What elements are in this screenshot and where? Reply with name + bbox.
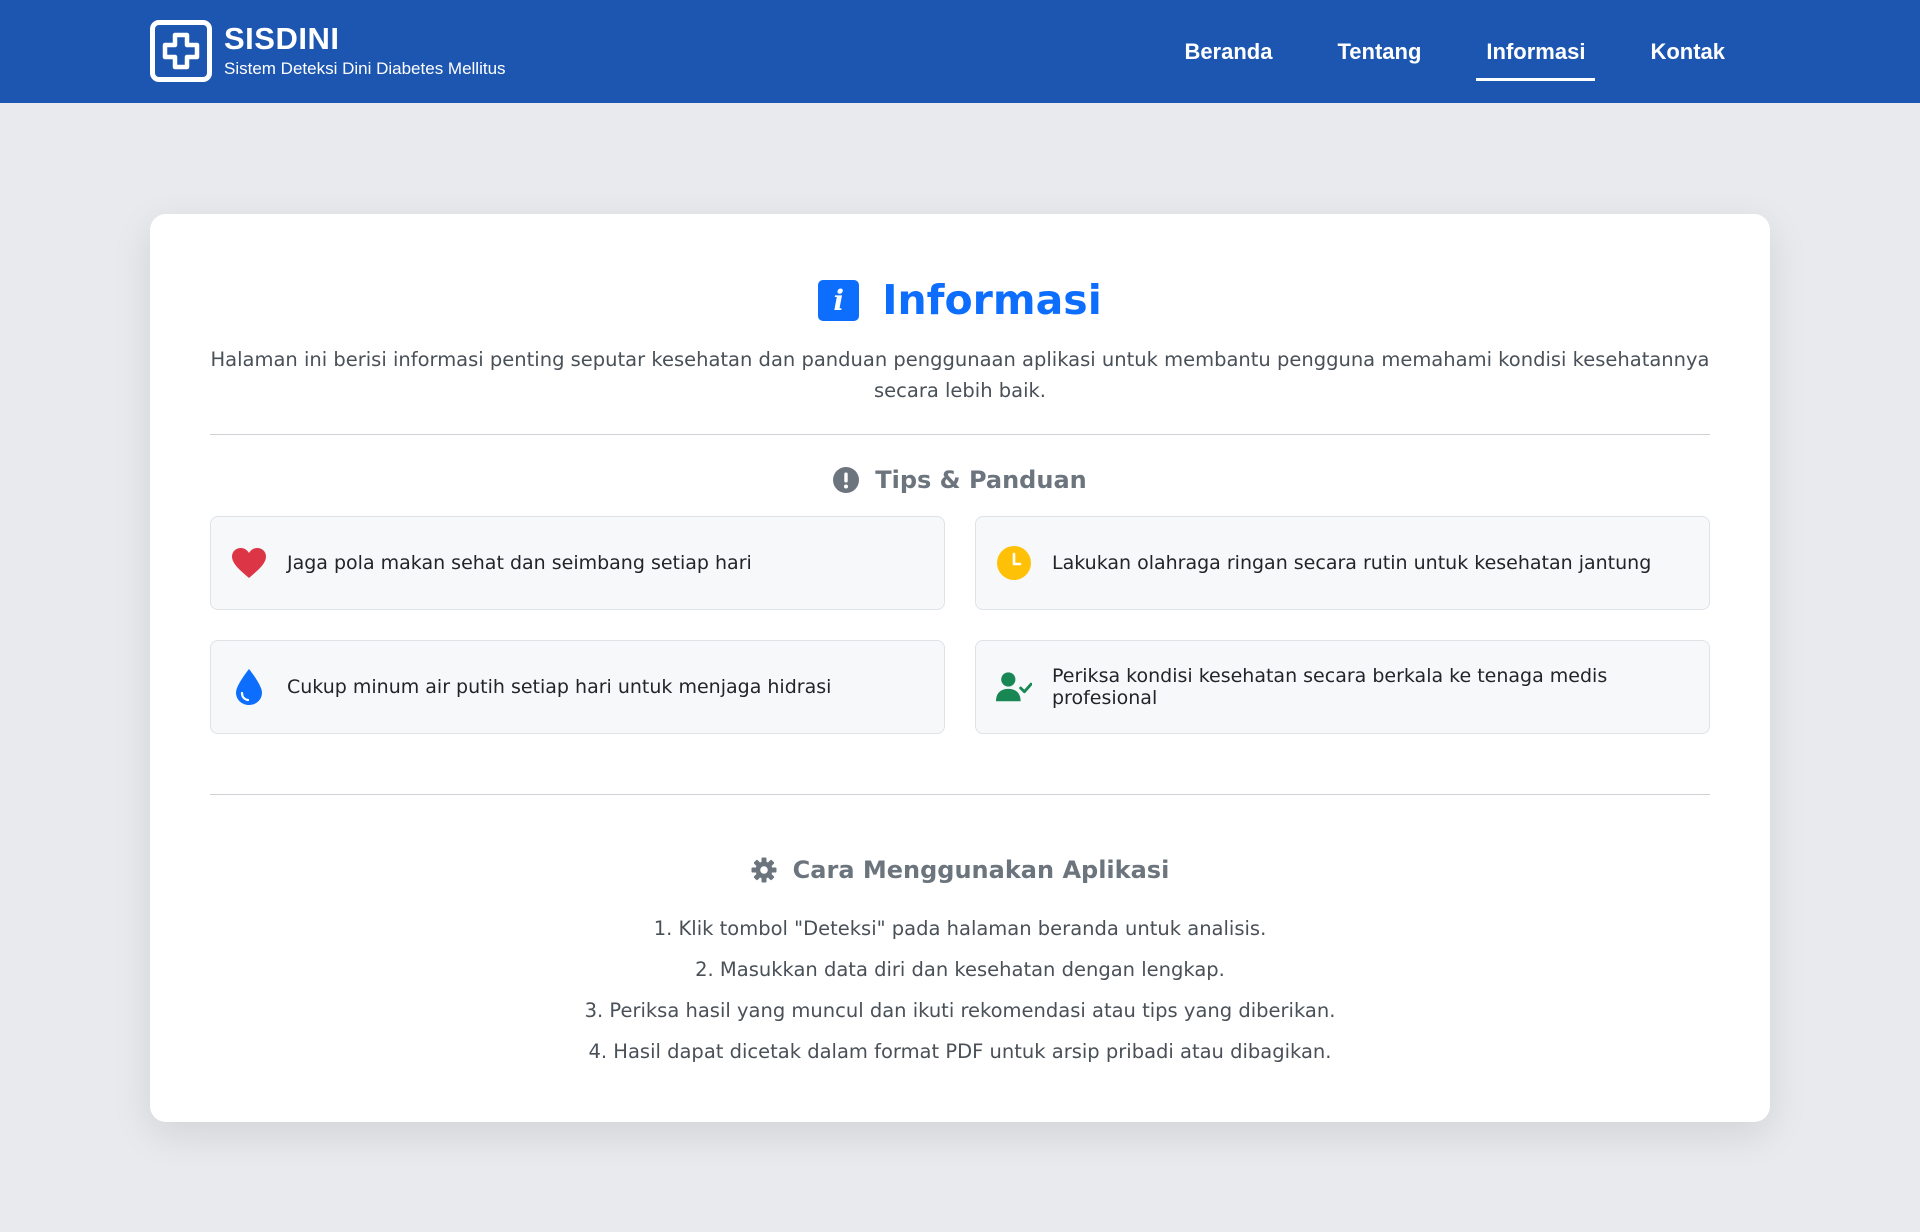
user-check-icon — [996, 669, 1032, 705]
tip-text: Periksa kondisi kesehatan secara berkala… — [1052, 665, 1608, 709]
guide-step: 4. Hasil dapat dicetak dalam format PDF … — [588, 1040, 1332, 1063]
navbar: SISDINI Sistem Deteksi Dini Diabetes Mel… — [0, 0, 1920, 103]
tip-text: Cukup minum air putih setiap hari untuk … — [287, 676, 832, 698]
tip-text: Lakukan olahraga ringan secara rutin unt… — [1052, 552, 1652, 574]
guide-heading: Cara Menggunakan Aplikasi — [150, 856, 1770, 884]
brand-title: SISDINI — [224, 21, 340, 56]
divider — [210, 434, 1710, 435]
page-title-text: Informasi — [882, 276, 1102, 324]
brand-subtitle: Sistem Deteksi Dini Diabetes Mellitus — [224, 59, 506, 78]
nav-link-informasi[interactable]: Informasi — [1476, 39, 1596, 81]
brand-text: SISDINI Sistem Deteksi Dini Diabetes Mel… — [224, 22, 506, 80]
nav-link-tentang[interactable]: Tentang — [1327, 39, 1431, 65]
guide-steps: 1. Klik tombol "Deteksi" pada halaman be… — [150, 908, 1770, 1072]
page-title: i Informasi — [150, 276, 1770, 324]
guide-step: 2. Masukkan data diri dan kesehatan deng… — [695, 958, 1225, 981]
nav-link-beranda[interactable]: Beranda — [1174, 39, 1282, 65]
info-icon: i — [818, 279, 860, 321]
tip-text: Jaga pola makan sehat dan seimbang setia… — [287, 552, 752, 574]
medical-cross-logo-icon — [150, 20, 212, 82]
info-card: i Informasi Halaman ini berisi informasi… — [150, 214, 1770, 1122]
guide-step: 3. Periksa hasil yang muncul dan ikuti r… — [584, 999, 1336, 1022]
intro-text: Halaman ini berisi informasi penting sep… — [210, 348, 1710, 402]
nav-link-kontak[interactable]: Kontak — [1640, 39, 1735, 65]
tip-card: Lakukan olahraga ringan secara rutin unt… — [975, 516, 1710, 610]
tip-card: Jaga pola makan sehat dan seimbang setia… — [210, 516, 945, 610]
tips-heading: Tips & Panduan — [150, 466, 1770, 494]
gear-icon — [751, 857, 777, 883]
guide-heading-text: Cara Menggunakan Aplikasi — [792, 856, 1170, 884]
tips-heading-text: Tips & Panduan — [875, 466, 1087, 494]
guide-step: 1. Klik tombol "Deteksi" pada halaman be… — [653, 917, 1267, 940]
divider — [210, 794, 1710, 795]
exclamation-circle-icon — [833, 467, 860, 493]
tip-card: Periksa kondisi kesehatan secara berkala… — [975, 640, 1710, 734]
tip-card: Cukup minum air putih setiap hari untuk … — [210, 640, 945, 734]
water-drop-icon — [231, 669, 267, 705]
brand-link[interactable]: SISDINI Sistem Deteksi Dini Diabetes Mel… — [150, 20, 506, 82]
clock-icon — [996, 545, 1032, 581]
heart-icon — [231, 545, 267, 581]
main-nav: Beranda Tentang Informasi Kontak — [1129, 0, 1735, 103]
